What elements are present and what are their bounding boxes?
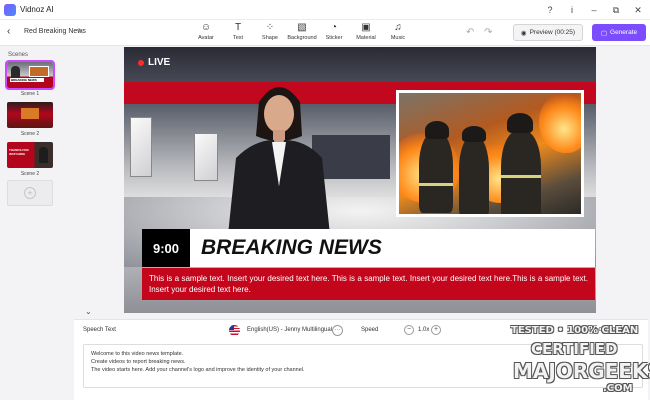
edit-name-icon[interactable]: ✎ [77,27,84,36]
window-controls: ? i – ⧉ ✕ [544,4,644,16]
plus-icon: + [24,187,36,199]
scene-thumbnail[interactable] [7,102,53,128]
tool-text[interactable]: T Text [222,22,254,41]
speed-label: Speed [361,327,379,333]
scenes-sidebar: Scenes BREAKING NEWS Scene 1 Scene 2 THA… [0,47,64,400]
lower-third[interactable]: 9:00 BREAKING NEWS [142,229,595,267]
presenter-avatar[interactable] [214,74,344,254]
scene-thumbnail[interactable]: BREAKING NEWS [5,60,55,90]
studio-screen [130,117,152,177]
tool-label: Avatar [198,35,214,41]
script-textarea[interactable]: Welcome to this video news template. Cre… [83,344,643,388]
shape-icon: ⁘ [265,22,275,33]
tool-label: Sticker [325,35,343,41]
speech-panel: Speech Text English(US) - Jenny Multilin… [74,319,648,400]
live-badge: LIVE [138,57,170,68]
scene-thumb-text: BREAKING NEWS [10,78,44,82]
scene-thumbnail[interactable]: THANKS FOR WATCHING [7,142,53,168]
live-label: LIVE [148,57,171,68]
helmet-shape [462,126,486,142]
tool-music[interactable]: ♫ Music [382,22,414,41]
minimize-icon[interactable]: – [588,4,600,16]
time-label: 9:00 [142,229,190,267]
scene-label: Scene 2 [20,131,40,137]
tool-label: Text [232,35,244,41]
close-icon[interactable]: ✕ [632,4,644,16]
music-icon: ♫ [394,22,402,33]
reflective-stripe [419,183,453,186]
avatar-icon: ☺ [200,22,212,33]
redo-icon[interactable]: ↷ [484,27,492,38]
inset-video[interactable] [396,90,584,217]
material-icon: ▣ [361,22,371,33]
speech-title: Speech Text [83,327,116,333]
firefighter-figure [501,131,541,214]
us-flag-icon [229,325,240,336]
video-thumbnail [21,108,39,119]
inset-thumbnail [29,66,49,77]
sticker-icon: ◔ [330,22,338,33]
speed-increase-button[interactable]: + [431,325,441,335]
undo-icon[interactable]: ↶ [466,27,474,38]
generate-button[interactable]: ▢ Generate [592,24,646,41]
firefighter-figure [419,133,453,213]
preview-label: Preview (00:25) [529,29,576,36]
tool-label: Background [287,35,317,41]
tool-bar: ☺ Avatar T Text ⁘ Shape ▧ Background ◔ S… [190,22,414,41]
tool-label: Shape [262,35,278,41]
scene-item-1[interactable]: BREAKING NEWS Scene 1 [5,60,55,97]
voice-selector[interactable]: English(US) - Jenny Multilingual [247,327,332,333]
tool-label: Music [390,35,406,41]
reflective-stripe [501,175,541,178]
tool-sticker[interactable]: ◔ Sticker [318,22,350,41]
script-line: Welcome to this video news template. [91,351,184,357]
helmet-shape [425,121,449,139]
scene-thumb-text: THANKS FOR WATCHING [9,148,29,156]
app-title: Vidnoz AI [20,5,54,14]
add-scene-button[interactable]: + [7,180,53,206]
script-line: The video starts here. Add your channel'… [91,367,305,373]
tool-avatar[interactable]: ☺ Avatar [190,22,222,41]
preview-button[interactable]: ◉ Preview (00:25) [513,24,583,41]
ticker-text[interactable]: This is a sample text. Insert your desir… [142,268,595,300]
editor-toolbar: ‹ Red Breaking News ✎ ☺ Avatar T Text ⁘ … [0,20,650,46]
audio-time-readout: 00:00 / 00:08 [591,327,624,333]
tool-shape[interactable]: ⁘ Shape [254,22,286,41]
maximize-icon[interactable]: ⧉ [610,4,622,16]
info-icon[interactable]: i [566,4,578,16]
generate-icon: ▢ [600,29,608,37]
helmet-shape [507,113,533,133]
help-icon[interactable]: ? [544,4,556,16]
tool-label: Material [356,35,376,41]
title-bar: Vidnoz AI ? i – ⧉ ✕ [0,0,650,20]
headline-text[interactable]: BREAKING NEWS [190,229,595,267]
play-icon[interactable]: ▶ [581,326,586,334]
tool-background[interactable]: ▧ Background [286,22,318,41]
scene-item-2[interactable]: Scene 2 [7,102,53,137]
eye-icon: ◉ [520,29,527,37]
generate-label: Generate [610,29,638,36]
scene-label: Scene 2 [20,171,40,177]
tool-material[interactable]: ▣ Material [350,22,382,41]
background-icon: ▧ [297,22,307,33]
speed-decrease-button[interactable]: − [404,325,414,335]
speed-value: 1.0x [418,327,430,333]
fire-shape [539,93,581,153]
chevron-down-icon[interactable]: ⌄ [85,307,92,316]
back-button[interactable]: ‹ [7,26,10,37]
scene-item-3[interactable]: THANKS FOR WATCHING Scene 2 [7,142,53,177]
text-icon: T [234,22,242,33]
video-canvas[interactable]: LIVE 9:00 BREAKING NEWS This is a sample… [124,47,596,313]
firefighter-figure [459,137,489,214]
script-line: Create videos to report breaking news. [91,359,186,365]
more-options-icon[interactable]: ··· [332,325,343,336]
avatar-thumbnail [39,147,48,163]
app-logo-icon [4,3,16,16]
scenes-title: Scenes [8,52,29,58]
live-dot-icon [138,59,144,66]
scene-label: Scene 1 [20,91,40,97]
